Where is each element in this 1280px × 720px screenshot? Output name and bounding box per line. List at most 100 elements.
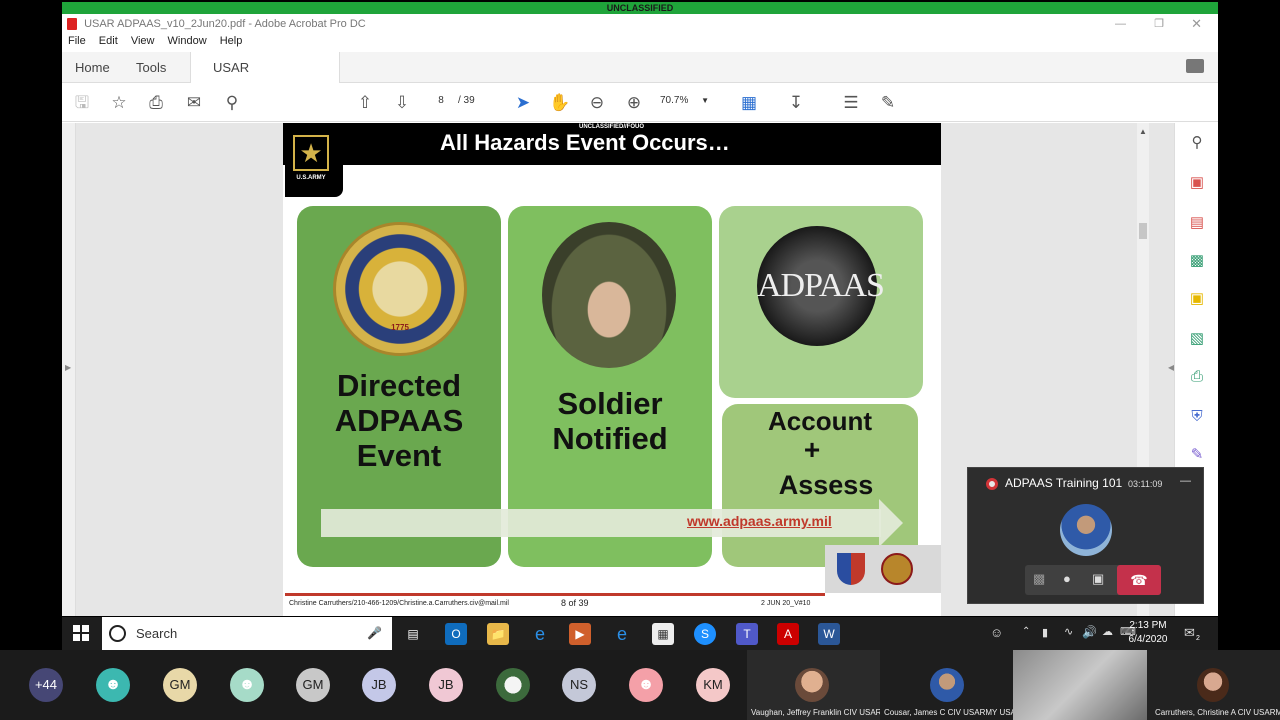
- next-page-icon[interactable]: ⇩: [390, 84, 414, 122]
- highlight-pen-icon[interactable]: ✎: [876, 84, 900, 122]
- zoom-tool-icon[interactable]: ⚲: [1187, 133, 1207, 153]
- action-center-icon[interactable]: ✉: [1184, 625, 1195, 641]
- protect-shield-icon[interactable]: ⛨: [1187, 407, 1207, 427]
- organize-pages-icon[interactable]: ▤: [1187, 213, 1207, 233]
- bookmark-star-icon[interactable]: ☆: [107, 84, 131, 122]
- minimize-icon[interactable]: —: [1115, 14, 1126, 34]
- tray-chevron-icon[interactable]: ⌃: [1022, 626, 1030, 637]
- tab-home[interactable]: Home: [75, 52, 110, 83]
- fill-sign-icon[interactable]: ✎: [1187, 445, 1207, 465]
- participant-icon: ☻: [96, 668, 130, 702]
- share-screen-icon[interactable]: ▣: [1092, 571, 1104, 587]
- pdf-slide: UNCLASSIFIED//FOUO All Hazards Event Occ…: [283, 123, 941, 616]
- teams-icon[interactable]: T: [736, 623, 758, 645]
- menu-file[interactable]: File: [68, 35, 86, 47]
- slide-title: All Hazards Event Occurs…: [440, 130, 730, 155]
- avatar-photo: [496, 668, 530, 702]
- call-title: ADPAAS Training 101: [1005, 476, 1123, 490]
- menu-help[interactable]: Help: [220, 35, 243, 47]
- pdf-icon: [67, 18, 77, 30]
- panel3-line1: Account: [768, 406, 872, 436]
- onedrive-icon: ☁: [1102, 626, 1113, 638]
- volume-icon[interactable]: 🔊: [1082, 625, 1097, 639]
- outlook-icon[interactable]: O: [445, 623, 467, 645]
- internet-explorer-icon[interactable]: e: [611, 623, 633, 645]
- tab-tools[interactable]: Tools: [136, 52, 166, 83]
- add-comment-icon[interactable]: ☰: [839, 84, 863, 122]
- call-controls: ▩ ● ▣ ☎: [1025, 565, 1161, 595]
- task-view-icon[interactable]: ▤: [402, 623, 424, 645]
- army-star-icon: ★: [293, 135, 329, 171]
- print-icon[interactable]: ⎙: [144, 84, 168, 122]
- scroll-thumb[interactable]: [1139, 223, 1147, 239]
- page-number-input[interactable]: 8: [429, 95, 453, 106]
- call-window[interactable]: ADPAAS Training 101 03:11:09 — ▩ ● ▣ ☎: [967, 467, 1204, 604]
- footer-contact: Christine Carruthers/210-466-1209/Christ…: [289, 600, 509, 607]
- print-production-icon[interactable]: ⎙: [1187, 367, 1207, 387]
- clock-time: 2:13 PM: [1129, 620, 1167, 631]
- adpaas-url-link[interactable]: www.adpaas.army.mil: [687, 513, 832, 529]
- email-icon[interactable]: ✉: [182, 84, 206, 122]
- menu-window[interactable]: Window: [168, 35, 207, 47]
- prev-page-icon[interactable]: ⇧: [353, 84, 377, 122]
- hangup-icon: ☎: [1130, 572, 1148, 588]
- search-icon[interactable]: ⚲: [220, 84, 244, 122]
- save-icon[interactable]: 🖫: [70, 84, 94, 122]
- zoom-out-icon[interactable]: ⊖: [585, 84, 609, 122]
- close-window-icon[interactable]: ✕: [1191, 14, 1202, 34]
- army-logo-text: U.S.ARMY: [296, 175, 326, 181]
- seal-year: 1775: [391, 323, 409, 332]
- expand-left-panel-icon[interactable]: ▶: [65, 363, 71, 372]
- panel3-line2: Assess: [778, 470, 874, 500]
- footer-rule: [285, 593, 825, 596]
- file-explorer-icon[interactable]: 📁: [487, 623, 509, 645]
- panel1-line3: Event: [356, 438, 442, 473]
- avatar-gm-1: GM: [163, 668, 197, 702]
- zoom-in-icon[interactable]: ⊕: [622, 84, 646, 122]
- panel3-plus: +: [803, 434, 821, 465]
- fit-page-icon[interactable]: ▦: [737, 84, 761, 122]
- media-player-icon[interactable]: ▶: [569, 623, 591, 645]
- word-icon[interactable]: W: [818, 623, 840, 645]
- panel2-line2: Notified: [552, 421, 668, 456]
- taskbar-mic-icon[interactable]: 🎤: [367, 617, 382, 650]
- participant-icon: ☻: [629, 668, 663, 702]
- video-tile-vaughan: Vaughan, Jeffrey Franklin CIV USAR...: [747, 650, 880, 720]
- scroll-up-icon[interactable]: ▲: [1139, 127, 1147, 136]
- meeting-participants-bar: +44 ☻ GM ☻ GM JB JB NS ☻ KM Vaughan, Jef…: [0, 650, 1280, 720]
- menu-edit[interactable]: Edit: [99, 35, 118, 47]
- taskbar-search-box[interactable]: Search 🎤: [102, 617, 392, 650]
- windows-start-icon[interactable]: [73, 625, 89, 641]
- comment-tool-icon[interactable]: ▣: [1187, 289, 1207, 309]
- zoom-select[interactable]: 70.7% ▼: [660, 95, 709, 106]
- camera-off-icon[interactable]: ▩: [1033, 571, 1045, 587]
- avatar-gm-2: GM: [296, 668, 330, 702]
- export-pdf-icon[interactable]: ▩: [1187, 251, 1207, 271]
- combine-files-icon[interactable]: ▧: [1187, 329, 1207, 349]
- edge-icon[interactable]: e: [529, 623, 551, 645]
- restore-icon[interactable]: ❐: [1154, 14, 1164, 34]
- comment-icon[interactable]: [1186, 59, 1204, 73]
- select-cursor-icon[interactable]: ➤: [511, 84, 535, 122]
- menu-bar: File Edit View Window Help: [62, 35, 1218, 51]
- left-panel-collapsed[interactable]: ▶: [62, 123, 76, 616]
- skype-icon[interactable]: S: [694, 623, 716, 645]
- scroll-mode-icon[interactable]: ↧: [784, 84, 808, 122]
- microphone-icon[interactable]: ●: [1063, 571, 1071, 586]
- overflow-participants[interactable]: +44: [29, 668, 63, 702]
- wifi-icon[interactable]: ∿: [1064, 625, 1073, 638]
- hand-tool-icon[interactable]: ✋: [548, 84, 572, 122]
- video-tile-blurred: [1013, 650, 1147, 720]
- menu-view[interactable]: View: [131, 35, 155, 47]
- create-pdf-icon[interactable]: ▣: [1187, 173, 1207, 193]
- minimize-call-icon[interactable]: —: [1180, 475, 1191, 487]
- people-icon[interactable]: ☺: [990, 625, 1003, 640]
- clock[interactable]: 2:13 PM 6/4/2020: [1126, 619, 1170, 647]
- tab-document[interactable]: USAR ADPAAS_v10... ✕: [190, 52, 340, 106]
- army-seal-image: 1775: [333, 222, 467, 356]
- window-title: USAR ADPAAS_v10_2Jun20.pdf - Adobe Acrob…: [84, 18, 366, 30]
- acrobat-taskbar-icon[interactable]: A: [777, 623, 799, 645]
- page-total: / 39: [458, 95, 475, 106]
- store-icon[interactable]: ▦: [652, 623, 674, 645]
- hangup-button[interactable]: ☎: [1117, 565, 1161, 595]
